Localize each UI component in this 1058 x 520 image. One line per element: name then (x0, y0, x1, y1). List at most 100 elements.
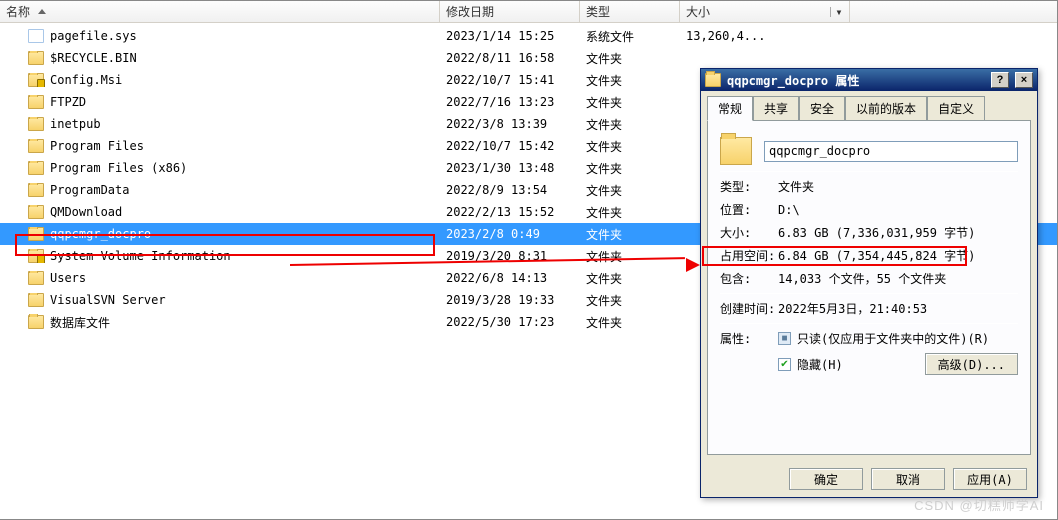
checkbox-hidden[interactable]: ✔ (778, 358, 791, 371)
file-date: 2022/8/9 13:54 (440, 183, 580, 197)
cancel-button[interactable]: 取消 (871, 468, 945, 490)
label-location: 位置: (720, 201, 778, 218)
file-type: 文件夹 (580, 116, 680, 133)
file-name: 数据库文件 (50, 314, 110, 331)
tab-previous[interactable]: 以前的版本 (845, 96, 927, 121)
hidden-label: 隐藏(H) (797, 356, 843, 373)
table-row[interactable]: pagefile.sys 2023/1/14 15:25系统文件13,260,4.… (0, 25, 1057, 47)
column-headers: 名称 修改日期 类型 大小 ▾ (0, 1, 1057, 23)
locked-folder-icon (28, 249, 44, 263)
value-type: 文件夹 (778, 178, 1018, 195)
file-date: 2023/2/8 0:49 (440, 227, 580, 241)
file-date: 2022/6/8 14:13 (440, 271, 580, 285)
checkbox-readonly[interactable]: ■ (778, 332, 791, 345)
folder-icon (28, 315, 44, 329)
label-type: 类型: (720, 178, 778, 195)
file-date: 2022/3/8 13:39 (440, 117, 580, 131)
value-ondisk: 6.84 GB (7,354,445,824 字节) (778, 247, 1018, 264)
file-type: 文件夹 (580, 248, 680, 265)
label-attributes: 属性: (720, 330, 778, 347)
label-ondisk: 占用空间: (720, 247, 778, 264)
file-name: FTPZD (50, 95, 86, 109)
col-header-size[interactable]: 大小 ▾ (680, 1, 850, 22)
tab-share[interactable]: 共享 (753, 96, 799, 121)
tab-security[interactable]: 安全 (799, 96, 845, 121)
file-name: VisualSVN Server (50, 293, 166, 307)
folder-icon (28, 117, 44, 131)
file-type: 文件夹 (580, 182, 680, 199)
properties-titlebar[interactable]: qqpcmgr_docpro 属性 ? × (701, 69, 1037, 91)
file-size: 13,260,4... (680, 29, 850, 43)
value-created: 2022年5月3日，21:40:53 (778, 300, 1018, 317)
folder-icon (28, 161, 44, 175)
folder-icon (28, 227, 44, 241)
file-type: 文件夹 (580, 292, 680, 309)
file-name: $RECYCLE.BIN (50, 51, 137, 65)
file-type: 文件夹 (580, 270, 680, 287)
col-header-type[interactable]: 类型 (580, 1, 680, 22)
close-button[interactable]: × (1015, 72, 1033, 88)
file-icon (28, 29, 44, 43)
file-name: Program Files (50, 139, 144, 153)
file-name: Users (50, 271, 86, 285)
file-date: 2023/1/30 13:48 (440, 161, 580, 175)
file-date: 2022/7/16 13:23 (440, 95, 580, 109)
file-type: 文件夹 (580, 314, 680, 331)
file-type: 文件夹 (580, 226, 680, 243)
folder-icon (28, 183, 44, 197)
col-header-date[interactable]: 修改日期 (440, 1, 580, 22)
file-type: 文件夹 (580, 138, 680, 155)
file-date: 2022/5/30 17:23 (440, 315, 580, 329)
file-name: Config.Msi (50, 73, 122, 87)
label-created: 创建时间: (720, 300, 778, 317)
folder-icon (705, 73, 721, 87)
folder-name-input[interactable] (764, 141, 1018, 162)
value-location: D:\ (778, 203, 1018, 217)
file-date: 2023/1/14 15:25 (440, 29, 580, 43)
file-date: 2019/3/28 19:33 (440, 293, 580, 307)
properties-title-text: qqpcmgr_docpro 属性 (727, 72, 859, 89)
file-type: 系统文件 (580, 28, 680, 45)
file-name: pagefile.sys (50, 29, 137, 43)
folder-icon (28, 271, 44, 285)
file-date: 2022/8/11 16:58 (440, 51, 580, 65)
file-type: 文件夹 (580, 94, 680, 111)
label-size: 大小: (720, 224, 778, 241)
tab-custom[interactable]: 自定义 (927, 96, 985, 121)
ok-button[interactable]: 确定 (789, 468, 863, 490)
file-name: QMDownload (50, 205, 122, 219)
file-name: Program Files (x86) (50, 161, 187, 175)
file-type: 文件夹 (580, 204, 680, 221)
file-name: ProgramData (50, 183, 129, 197)
readonly-label: 只读(仅应用于文件夹中的文件)(R) (797, 330, 989, 347)
file-name: inetpub (50, 117, 101, 131)
value-contains: 14,033 个文件，55 个文件夹 (778, 270, 1018, 287)
file-date: 2022/10/7 15:42 (440, 139, 580, 153)
file-type: 文件夹 (580, 50, 680, 67)
help-button[interactable]: ? (991, 72, 1009, 88)
file-type: 文件夹 (580, 72, 680, 89)
locked-folder-icon (28, 73, 44, 87)
label-contains: 包含: (720, 270, 778, 287)
apply-button[interactable]: 应用(A) (953, 468, 1027, 490)
properties-tabs: 常规 共享 安全 以前的版本 自定义 (701, 91, 1037, 120)
big-folder-icon (720, 137, 752, 165)
tab-general[interactable]: 常规 (707, 96, 753, 121)
folder-icon (28, 95, 44, 109)
dialog-buttons: 确定 取消 应用(A) (701, 461, 1037, 497)
tab-pane-general: 类型:文件夹 位置:D:\ 大小:6.83 GB (7,336,031,959 … (707, 120, 1031, 455)
folder-icon (28, 139, 44, 153)
file-date: 2022/10/7 15:41 (440, 73, 580, 87)
file-date: 2019/3/20 8:31 (440, 249, 580, 263)
file-name: qqpcmgr_docpro (50, 227, 151, 241)
folder-icon (28, 51, 44, 65)
advanced-button[interactable]: 高级(D)... (925, 353, 1018, 375)
file-type: 文件夹 (580, 160, 680, 177)
table-row[interactable]: $RECYCLE.BIN 2022/8/11 16:58文件夹 (0, 47, 1057, 69)
value-size: 6.83 GB (7,336,031,959 字节) (778, 224, 1018, 241)
file-date: 2022/2/13 15:52 (440, 205, 580, 219)
file-name: System Volume Information (50, 249, 231, 263)
properties-dialog: qqpcmgr_docpro 属性 ? × 常规 共享 安全 以前的版本 自定义… (700, 68, 1038, 498)
col-header-name[interactable]: 名称 (0, 1, 440, 22)
folder-icon (28, 205, 44, 219)
